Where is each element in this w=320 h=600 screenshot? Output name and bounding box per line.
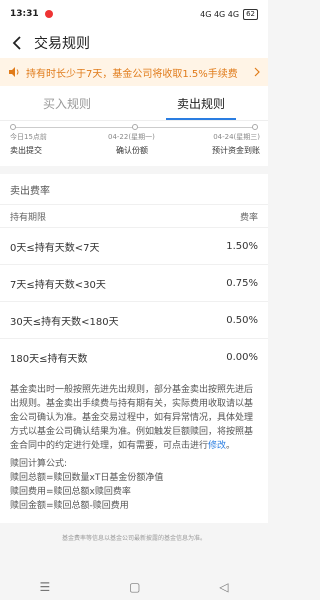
- description-tail: 。: [226, 441, 236, 451]
- rule-tabs: 买入规则 卖出规则: [0, 86, 268, 121]
- fee-table: 卖出费率 持有期限 费率 0天≤持有天数<7天 1.50% 7天≤持有天数<30…: [0, 174, 268, 375]
- fee-rate: 0.75%: [226, 277, 258, 289]
- page-title: 交易规则: [34, 36, 90, 52]
- fee-period: 180天≤持有天数: [10, 353, 88, 365]
- tab-sell-rules[interactable]: 卖出规则: [134, 86, 268, 120]
- formula-block: 赎回计算公式: 赎回总额=赎回数量xT日基金份额净值 赎回费用=赎回总额x赎回费…: [0, 457, 268, 523]
- nav-header: 交易规则: [0, 28, 268, 58]
- timeline-dot: [252, 124, 258, 130]
- chevron-right-icon: [254, 67, 260, 77]
- fee-rate: 1.50%: [226, 240, 258, 252]
- table-row: 180天≤持有天数 0.00%: [0, 338, 268, 375]
- back-icon[interactable]: ◁: [219, 580, 228, 594]
- battery-icon: 62: [243, 8, 258, 20]
- fee-period: 0天≤持有天数<7天: [10, 242, 100, 254]
- timeline-label: 预计资金到账: [212, 146, 260, 155]
- rule-description: 基金卖出时一般按照先进先出规则，部分基金卖出按照先进后出规则。基金卖出手续费与持…: [0, 375, 268, 457]
- notice-banner[interactable]: 持有时长少于7天，基金公司将收取1.5%手续费: [0, 58, 268, 86]
- timeline-dot: [10, 124, 16, 130]
- status-bar: 13:31 4G 4G 4G 62: [0, 0, 268, 28]
- chevron-left-icon: [12, 36, 21, 50]
- back-button[interactable]: [8, 34, 26, 52]
- timeline-date: 今日15点前: [10, 133, 47, 141]
- fee-rate: 0.50%: [226, 314, 258, 326]
- system-nav-bar: ☰ ▢ ◁: [0, 574, 268, 600]
- table-row: 7天≤持有天数<30天 0.75%: [0, 264, 268, 301]
- speaker-icon: [9, 67, 19, 77]
- sell-timeline: 今日15点前 04-22(星期一) 04-24(星期三) 卖出提交 确认份额 预…: [0, 121, 268, 166]
- fee-col-rate: 费率: [239, 212, 258, 223]
- timeline-date: 04-24(星期三): [213, 133, 260, 141]
- modify-link[interactable]: 修改: [208, 441, 226, 451]
- home-icon[interactable]: ▢: [129, 580, 140, 594]
- fee-period: 30天≤持有天数<180天: [10, 316, 119, 328]
- fee-period: 7天≤持有天数<30天: [10, 279, 106, 291]
- table-row: 0天≤持有天数<7天 1.50%: [0, 227, 268, 264]
- tab-buy-rules[interactable]: 买入规则: [0, 86, 134, 120]
- fee-rate: 0.00%: [226, 351, 258, 363]
- formula-line: 赎回总额=赎回数量xT日基金份额净值: [10, 473, 164, 483]
- recording-icon: [44, 10, 53, 18]
- timeline-dot: [132, 124, 138, 130]
- notice-text: 持有时长少于7天，基金公司将收取1.5%手续费: [26, 68, 238, 80]
- fee-header-row: 持有期限 费率: [0, 204, 268, 227]
- formula-line: 赎回费用=赎回总额x赎回费率: [10, 487, 131, 497]
- table-row: 30天≤持有天数<180天 0.50%: [0, 301, 268, 338]
- footer-note: 基金费率等信息以基金公司最新披露的基金信息为准。: [61, 535, 206, 542]
- timeline-date: 04-22(星期一): [108, 133, 155, 141]
- menu-icon[interactable]: ☰: [39, 580, 50, 594]
- timeline-label: 卖出提交: [10, 146, 42, 155]
- fee-col-period: 持有期限: [10, 212, 47, 223]
- status-time: 13:31: [10, 9, 39, 19]
- status-indicators: 4G 4G 4G 62: [200, 8, 258, 20]
- formula-title: 赎回计算公式:: [10, 459, 68, 469]
- signal-icon: 4G 4G 4G: [200, 9, 240, 19]
- fee-title: 卖出费率: [10, 185, 50, 197]
- formula-line: 赎回金额=赎回总额-赎回费用: [10, 501, 129, 511]
- timeline-label: 确认份额: [116, 146, 148, 155]
